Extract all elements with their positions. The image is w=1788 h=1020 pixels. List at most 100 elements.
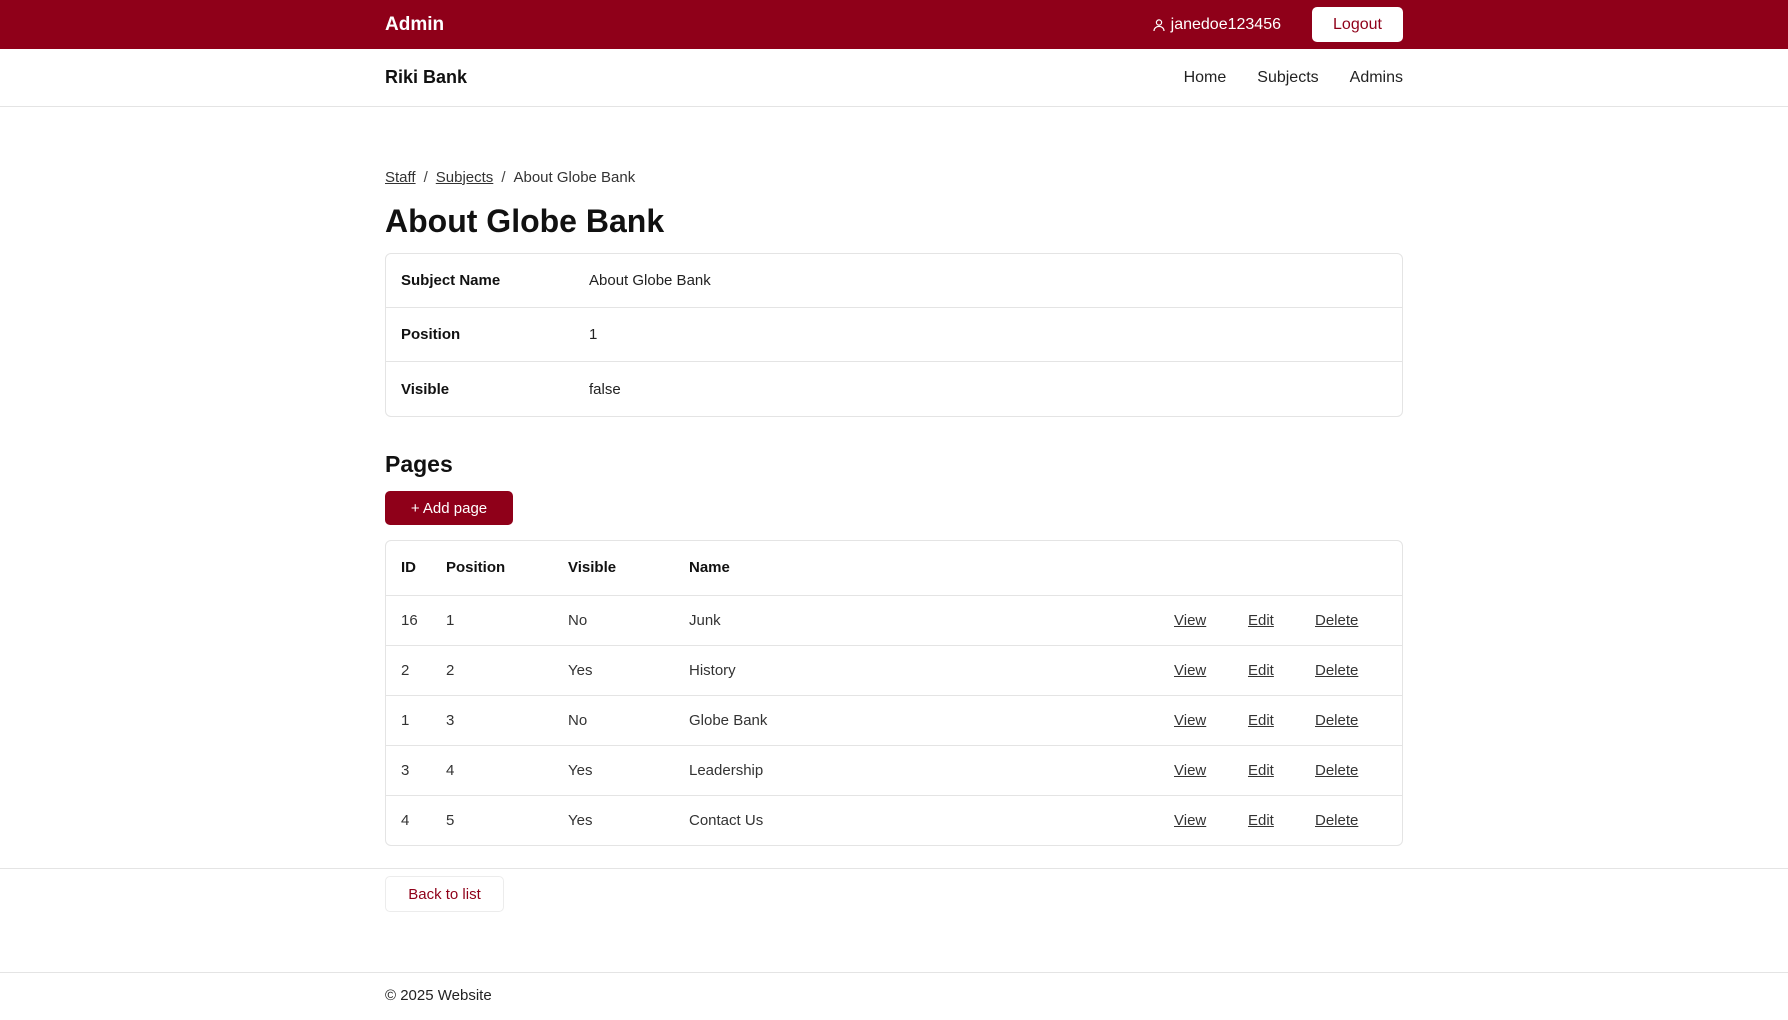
column-header-name: Name [689,541,1174,596]
detail-row-subject-name: Subject Name About Globe Bank [386,254,1402,308]
cell-view: View [1174,745,1248,796]
edit-link[interactable]: Edit [1248,662,1274,679]
cell-view: View [1174,595,1248,646]
column-header-empty [1174,541,1248,596]
user-icon [1153,18,1165,31]
delete-link[interactable]: Delete [1315,662,1358,679]
nav-links: Home Subjects Admins [1184,69,1403,87]
cell-id: 4 [401,811,410,829]
breadcrumb-staff[interactable]: Staff [385,169,416,186]
view-link[interactable]: View [1174,662,1206,679]
cell-position: 4 [446,745,568,796]
edit-link[interactable]: Edit [1248,612,1274,629]
view-link[interactable]: View [1174,612,1206,629]
detail-value: false [589,380,621,398]
cell-delete: Delete [1315,795,1402,845]
cell-visible: No [568,595,689,646]
cell-name: Junk [689,595,1174,646]
view-link[interactable]: View [1174,812,1206,829]
table-header-row: ID Position Visible Name [386,541,1402,596]
detail-label: Visible [401,380,450,398]
admin-brand: Admin [385,13,445,35]
cell-name: Leadership [689,745,1174,796]
cell-delete: Delete [1315,695,1402,746]
pages-table-card: ID Position Visible Name 16 1 No Junk Vi… [385,540,1403,846]
page-title: About Globe Bank [385,203,665,239]
view-link[interactable]: View [1174,712,1206,729]
footer-copyright: © 2025 Website [385,987,492,1004]
cell-edit: Edit [1248,645,1315,696]
admin-topbar: Admin janedoe123456 Logout [0,0,1788,49]
cell-edit: Edit [1248,695,1315,746]
cell-visible: Yes [568,745,689,796]
cell-id: 2 [386,645,446,696]
table-row: 3 4 Yes Leadership View Edit Delete [386,745,1402,796]
cell-delete: Delete [1315,745,1402,796]
cell-visible: Yes [568,645,689,696]
detail-value: 1 [589,326,598,343]
column-header-position: Position [446,541,568,596]
cell-visible: Yes [568,811,593,829]
cell-position: 3 [446,695,568,746]
logout-button[interactable]: Logout [1312,7,1403,42]
cell-name: Contact Us [689,811,764,829]
delete-link[interactable]: Delete [1315,612,1358,629]
main-content: Staff / Subjects / About Globe Bank Abou… [385,107,1403,846]
table-row: 1 3 No Globe Bank View Edit Delete [386,695,1402,746]
table-row: 4 5 Yes Contact Us View Edit Delete [386,795,1402,845]
breadcrumb-separator: / [501,168,506,186]
cell-visible: No [568,695,689,746]
cell-name: History [689,645,1174,696]
cell-view: View [1174,695,1248,746]
column-header-empty [1315,541,1402,596]
cell-edit: Edit [1248,595,1315,646]
edit-link[interactable]: Edit [1248,812,1274,829]
delete-link[interactable]: Delete [1315,812,1358,829]
table-row: 16 1 No Junk View Edit Delete [386,595,1402,646]
breadcrumb: Staff / Subjects / About Globe Bank [385,167,1403,187]
actions-bar: Back to list [0,868,1788,972]
site-navbar: Riki Bank Home Subjects Admins [0,49,1788,107]
username: janedoe123456 [1170,15,1281,33]
nav-link-home[interactable]: Home [1184,69,1227,87]
add-page-button[interactable]: + Add page [385,491,513,525]
breadcrumb-separator: / [423,168,428,186]
detail-row-visible: Visible false [386,362,1402,416]
nav-link-subjects[interactable]: Subjects [1257,69,1318,87]
table-row: 2 2 Yes History View Edit Delete [386,645,1402,696]
breadcrumb-current: About Globe Bank [513,168,636,186]
delete-link[interactable]: Delete [1315,762,1358,779]
subject-details-card: Subject Name About Globe Bank Position 1… [385,253,1403,417]
column-header-empty [1248,541,1315,596]
cell-id: 3 [386,745,446,796]
cell-view: View [1174,645,1248,696]
edit-link[interactable]: Edit [1248,762,1274,779]
cell-delete: Delete [1315,645,1402,696]
nav-link-admins[interactable]: Admins [1350,69,1403,87]
cell-edit: Edit [1248,795,1315,845]
detail-row-position: Position 1 [386,308,1402,362]
cell-position: 1 [446,595,568,646]
site-name[interactable]: Riki Bank [385,67,467,88]
cell-position: 5 [446,811,455,829]
cell-id: 1 [386,695,446,746]
site-footer: © 2025 Website [0,972,1788,1004]
cell-position: 2 [446,645,568,696]
column-header-id: ID [386,541,446,596]
cell-view: View [1174,795,1248,845]
view-link[interactable]: View [1174,762,1206,779]
column-header-visible: Visible [568,541,689,596]
cell-delete: Delete [1315,595,1402,646]
back-to-list-button[interactable]: Back to list [385,876,504,912]
cell-id: 16 [386,595,446,646]
edit-link[interactable]: Edit [1248,712,1274,729]
delete-link[interactable]: Delete [1315,712,1358,729]
detail-label: Subject Name [401,272,501,289]
detail-label: Position [401,326,461,343]
pages-table: ID Position Visible Name 16 1 No Junk Vi… [386,541,1402,845]
current-user: janedoe123456 [1152,16,1281,34]
cell-name: Globe Bank [689,695,1174,746]
detail-value: About Globe Bank [589,272,711,289]
pages-heading: Pages [385,451,453,477]
breadcrumb-subjects[interactable]: Subjects [436,169,494,186]
